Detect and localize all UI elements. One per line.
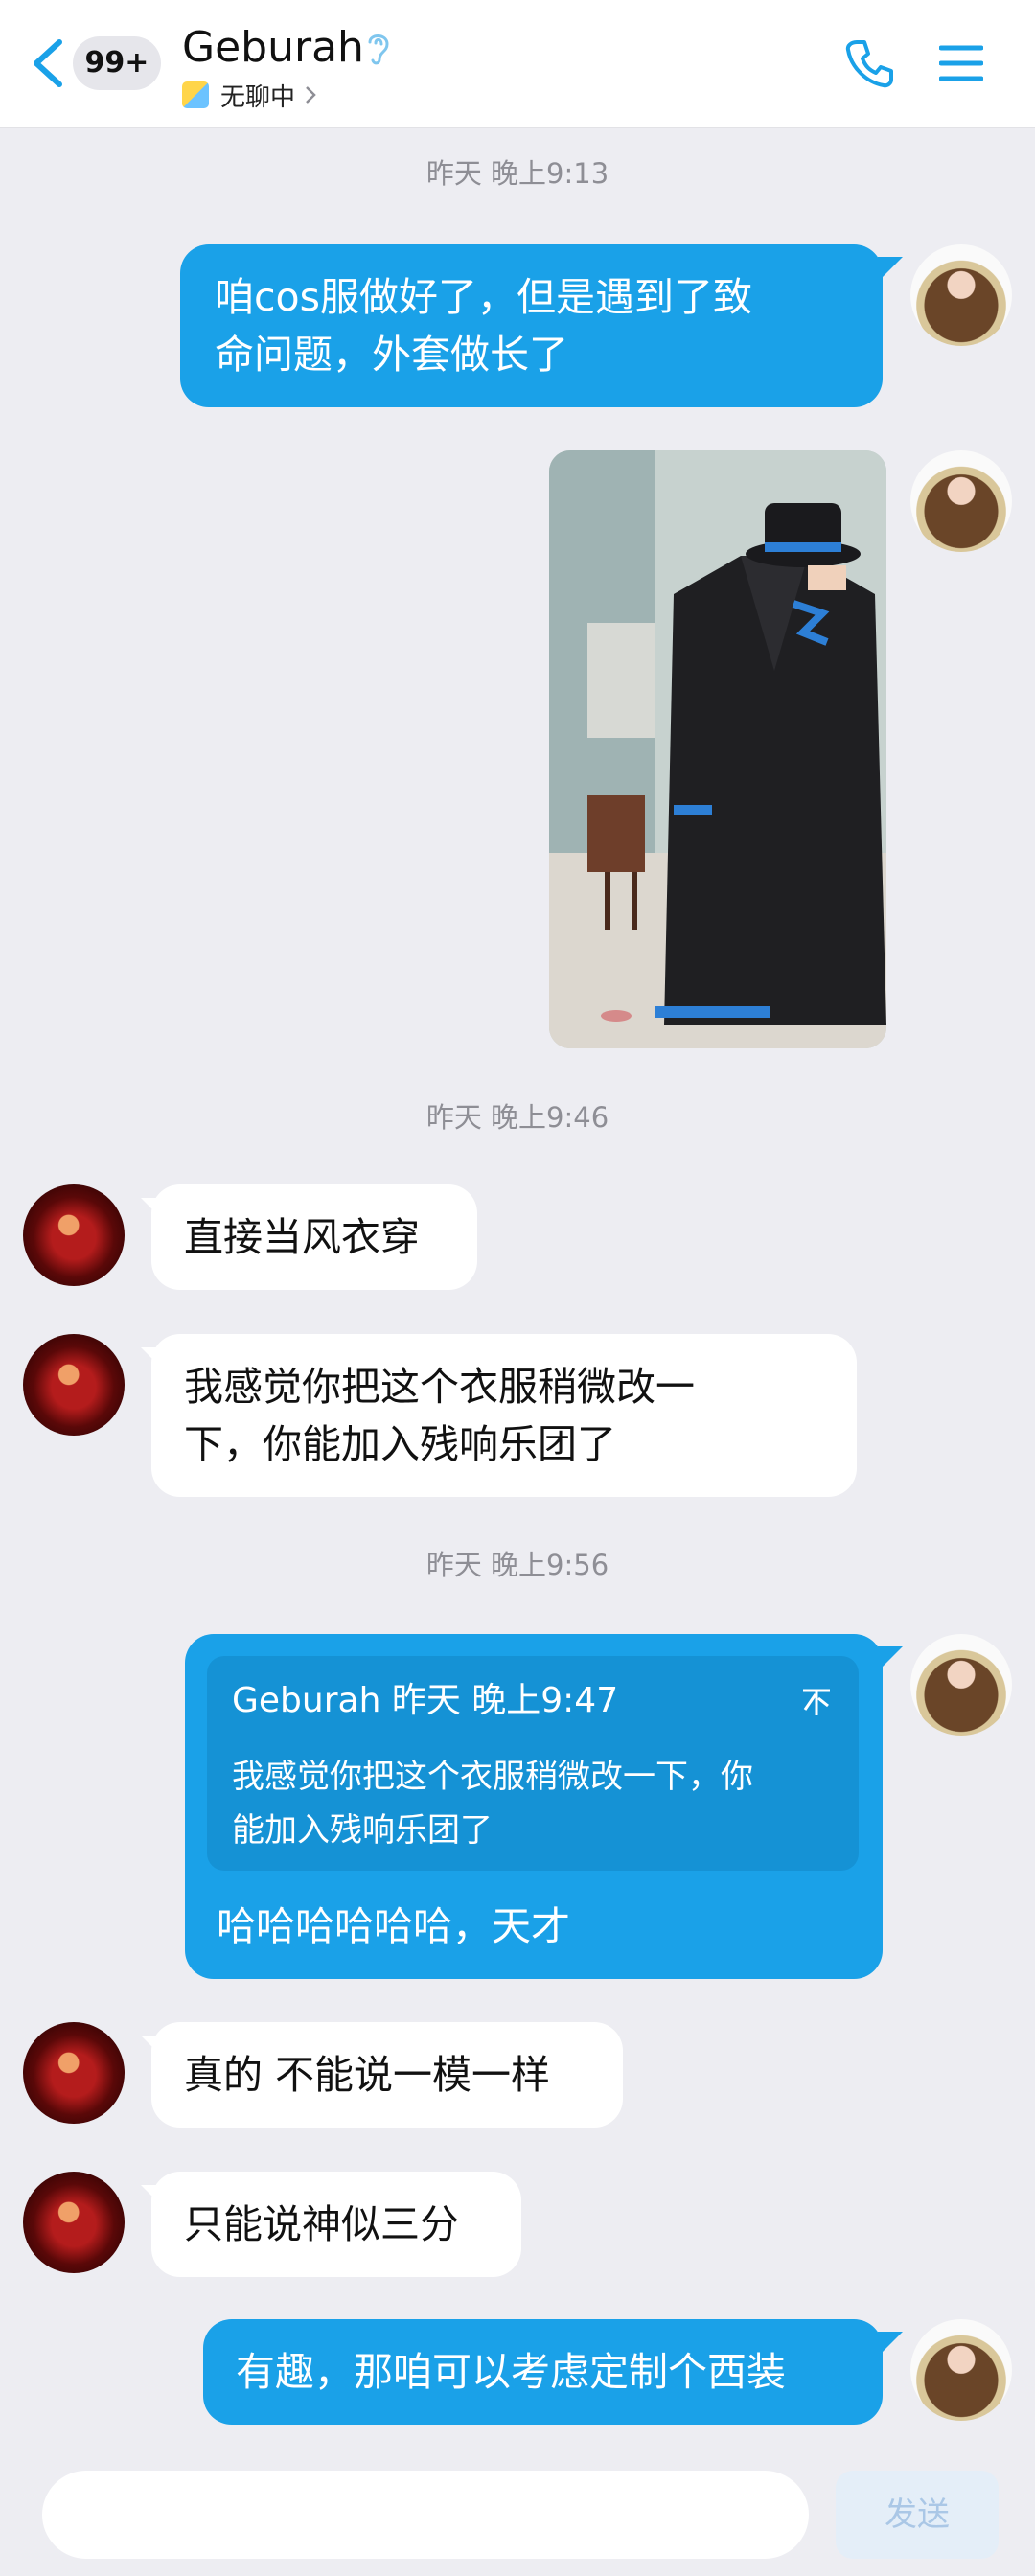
message-text: 哈哈哈哈哈哈，天才 <box>217 1903 570 1949</box>
my-avatar[interactable] <box>910 244 1012 346</box>
status-emoji-icon <box>182 81 209 108</box>
message-text: 下，你能加入残响乐团了 <box>184 1421 616 1467</box>
photo-image <box>549 450 886 1048</box>
timestamp: 昨天 晚上9:46 <box>426 1101 610 1134</box>
quote-text: 我感觉你把这个衣服稍微改一下，你 <box>232 1758 753 1796</box>
quoted-message[interactable]: Geburah 昨天 晚上9:47 我感觉你把这个衣服稍微改一下，你 能加入残响… <box>207 1656 859 1871</box>
contact-status[interactable]: 无聊中 <box>182 79 318 112</box>
my-avatar[interactable] <box>910 1634 1012 1736</box>
unread-count-badge[interactable]: 99+ <box>73 36 161 90</box>
message-text: 命问题，外套做长了 <box>215 332 568 378</box>
message-text: 真的 不能说一模一样 <box>184 2052 551 2098</box>
contact-avatar[interactable] <box>23 1334 125 1436</box>
menu-icon[interactable] <box>939 44 983 82</box>
chevron-right-icon <box>306 86 316 104</box>
timestamp: 昨天 晚上9:56 <box>426 1549 610 1581</box>
contact-avatar[interactable] <box>23 2022 125 2124</box>
outgoing-message[interactable]: 有趣，那咱可以考虑定制个西装 <box>203 2319 883 2425</box>
outgoing-message[interactable]: 咱cos服做好了，但是遇到了致 命问题，外套做长了 <box>180 244 883 407</box>
phone-icon[interactable] <box>843 36 897 90</box>
timestamp: 昨天 晚上9:13 <box>426 157 610 190</box>
incoming-message[interactable]: 只能说神似三分 <box>151 2172 521 2277</box>
message-text: 我感觉你把这个衣服稍微改一 <box>184 1364 695 1410</box>
quote-text: 能加入残响乐团了 <box>232 1811 493 1850</box>
my-avatar[interactable] <box>910 450 1012 552</box>
message-text: 有趣，那咱可以考虑定制个西装 <box>236 2349 786 2395</box>
incoming-message[interactable]: 我感觉你把这个衣服稍微改一 下，你能加入残响乐团了 <box>151 1334 857 1497</box>
bubble-tail <box>878 1646 903 1671</box>
coat-photo[interactable] <box>549 450 886 1048</box>
status-text: 无聊中 <box>220 82 296 112</box>
message-input[interactable] <box>42 2471 809 2559</box>
message-text: 咱cos服做好了，但是遇到了致 <box>215 274 752 320</box>
message-text: 直接当风衣穿 <box>184 1214 420 1260</box>
quote-header: Geburah 昨天 晚上9:47 <box>232 1681 619 1720</box>
contact-avatar[interactable] <box>23 1184 125 1286</box>
contact-avatar[interactable] <box>23 2172 125 2273</box>
incoming-message[interactable]: 直接当风衣穿 <box>151 1184 477 1290</box>
quote-collapse-icon[interactable] <box>799 1685 834 1719</box>
message-text: 只能说神似三分 <box>184 2201 459 2247</box>
my-avatar[interactable] <box>910 2319 1012 2421</box>
contact-name[interactable]: Geburah <box>182 19 364 77</box>
incoming-message[interactable]: 真的 不能说一模一样 <box>151 2022 623 2128</box>
chat-header: 99+ Geburah 无聊中 <box>0 0 1035 128</box>
back-arrow-icon[interactable] <box>29 36 67 90</box>
send-button[interactable]: 发送 <box>836 2471 999 2559</box>
ear-icon <box>368 34 389 65</box>
